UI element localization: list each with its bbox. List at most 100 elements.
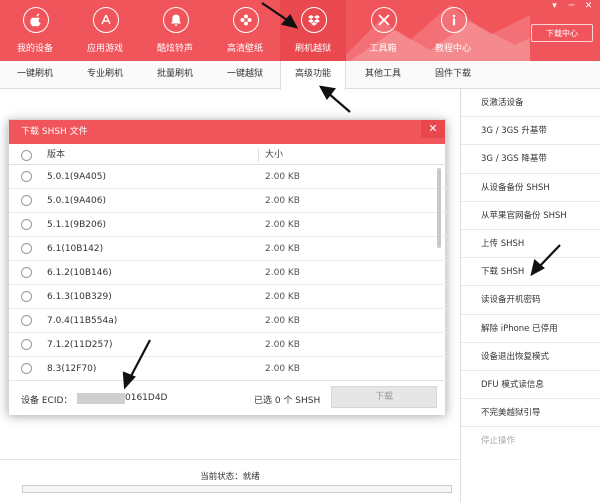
row-version: 6.1.2(10B146) — [47, 268, 112, 278]
ecid-value: 0161D4D — [125, 393, 168, 403]
advanced-functions-panel: 反激活设备 3G / 3GS 升基带 3G / 3GS 降基带 从设备备份 SH… — [460, 89, 600, 502]
list-item[interactable]: 7.0.4(11B554a) 2.00 KB — [9, 309, 447, 333]
progress-bar — [22, 485, 452, 493]
action-read-passcode[interactable]: 读设备开机密码 — [461, 286, 600, 315]
status-bar: 当前状态：就绪 — [0, 459, 460, 502]
row-radio[interactable] — [21, 363, 32, 374]
action-backup-shsh-apple[interactable]: 从苹果官网备份 SHSH — [461, 202, 600, 230]
dropbox-icon — [301, 7, 327, 33]
nav-label: 高清壁纸 — [226, 44, 263, 54]
tab-one-click-flash[interactable]: 一键刷机 — [2, 61, 68, 89]
row-version: 6.1.3(10B329) — [47, 292, 112, 302]
row-radio[interactable] — [21, 267, 32, 278]
nav-label: 应用游戏 — [86, 44, 123, 54]
row-version: 5.0.1(9A405) — [47, 172, 106, 182]
download-shsh-dialog: 下载 SHSH 文件 ✕ 版本 大小 5.0.1(9A405) 2.00 KB 5.… — [8, 119, 447, 415]
tab-pro-flash[interactable]: 专业刷机 — [72, 61, 138, 89]
select-all-radio[interactable] — [21, 150, 32, 161]
close-window-icon[interactable]: ✕ — [583, 1, 594, 11]
bell-icon — [163, 7, 189, 33]
minimize-icon[interactable]: ─ — [566, 1, 577, 11]
nav-label: 工具箱 — [369, 44, 397, 54]
nav-tutorials[interactable]: 教程中心 — [420, 0, 486, 61]
row-size: 2.00 KB — [265, 316, 300, 326]
action-stop[interactable]: 停止操作 — [461, 427, 600, 455]
tab-firmware-download[interactable]: 固件下载 — [420, 61, 486, 89]
download-center-button[interactable]: 下载中心 — [531, 24, 593, 42]
flower-icon — [233, 7, 259, 33]
action-deactivate-device[interactable]: 反激活设备 — [461, 89, 600, 118]
action-tethered-boot[interactable]: 不完美越狱引导 — [461, 399, 600, 428]
row-size: 2.00 KB — [265, 196, 300, 206]
nav-label: 酷炫铃声 — [156, 44, 193, 54]
row-version: 7.1.2(11D257) — [47, 340, 113, 350]
row-size: 2.00 KB — [265, 244, 300, 254]
nav-label: 教程中心 — [434, 44, 471, 54]
ecid-redaction — [77, 393, 125, 404]
shsh-version-list: 版本 大小 5.0.1(9A405) 2.00 KB 5.0.1(9A406) 2.0… — [9, 146, 447, 387]
list-item[interactable]: 6.1(10B142) 2.00 KB — [9, 237, 447, 261]
action-download-shsh[interactable]: 下载 SHSH — [461, 258, 600, 287]
status-text: 当前状态：就绪 — [200, 472, 260, 482]
list-item[interactable]: 5.0.1(9A405) 2.00 KB — [9, 165, 447, 189]
row-radio[interactable] — [21, 171, 32, 182]
row-radio[interactable] — [21, 219, 32, 230]
row-size: 2.00 KB — [265, 364, 300, 374]
scrollbar[interactable] — [437, 168, 441, 248]
list-item[interactable]: 5.0.1(9A406) 2.00 KB — [9, 189, 447, 213]
action-unlock-disabled[interactable]: 解除 iPhone 已停用 — [461, 315, 600, 343]
action-dfu-read-info[interactable]: DFU 模式读信息 — [461, 371, 600, 400]
row-radio[interactable] — [21, 195, 32, 206]
apple-icon — [23, 7, 49, 33]
top-nav-bar: 我的设备 应用游戏 酷炫铃声 高清壁纸 刷机越狱 工具箱 教程中心 ▾ ─ ✕ … — [0, 0, 600, 61]
row-size: 2.00 KB — [265, 292, 300, 302]
tab-other-tools[interactable]: 其他工具 — [350, 61, 416, 89]
row-version: 5.0.1(9A406) — [47, 196, 106, 206]
action-backup-shsh-device[interactable]: 从设备备份 SHSH — [461, 174, 600, 202]
list-item[interactable]: 5.1.1(9B206) 2.00 KB — [9, 213, 447, 237]
column-header-version[interactable]: 版本 — [47, 146, 65, 165]
list-item[interactable]: 7.1.2(11D257) 2.00 KB — [9, 333, 447, 357]
action-baseband-downgrade[interactable]: 3G / 3GS 降基带 — [461, 145, 600, 174]
row-radio[interactable] — [21, 315, 32, 326]
download-button[interactable]: 下载 — [331, 386, 437, 408]
row-radio[interactable] — [21, 339, 32, 350]
row-version: 8.3(12F70) — [47, 364, 97, 374]
column-divider — [258, 149, 259, 162]
list-item[interactable]: 6.1.2(10B146) 2.00 KB — [9, 261, 447, 285]
row-radio[interactable] — [21, 291, 32, 302]
selected-count: 已选 0 个 SHSH — [254, 396, 321, 406]
row-version: 7.0.4(11B554a) — [47, 316, 118, 326]
list-header: 版本 大小 — [9, 146, 447, 165]
appstore-icon — [93, 7, 119, 33]
info-icon — [441, 7, 467, 33]
tools-icon — [371, 7, 397, 33]
close-icon[interactable]: ✕ — [421, 120, 445, 138]
nav-flash-jailbreak[interactable]: 刷机越狱 — [280, 0, 346, 61]
list-item[interactable]: 8.3(12F70) 2.00 KB — [9, 357, 447, 381]
row-size: 2.00 KB — [265, 220, 300, 230]
menu-dropdown-icon[interactable]: ▾ — [549, 1, 560, 11]
action-exit-recovery[interactable]: 设备退出恢复模式 — [461, 343, 600, 371]
row-size: 2.00 KB — [265, 340, 300, 350]
sub-tab-bar: 一键刷机 专业刷机 批量刷机 一键越狱 高级功能 其他工具 固件下载 — [0, 61, 600, 90]
nav-label: 我的设备 — [16, 44, 53, 54]
row-radio[interactable] — [21, 243, 32, 254]
list-item[interactable]: 6.1.3(10B329) 2.00 KB — [9, 285, 447, 309]
tab-advanced[interactable]: 高级功能 — [280, 61, 346, 90]
dialog-title: 下载 SHSH 文件 — [9, 120, 445, 144]
column-header-size[interactable]: 大小 — [265, 146, 283, 165]
action-baseband-upgrade[interactable]: 3G / 3GS 升基带 — [461, 117, 600, 146]
row-size: 2.00 KB — [265, 172, 300, 182]
nav-label: 刷机越狱 — [294, 44, 331, 54]
nav-ringtones[interactable]: 酷炫铃声 — [142, 0, 208, 61]
tab-one-click-jailbreak[interactable]: 一键越狱 — [212, 61, 278, 89]
tab-batch-flash[interactable]: 批量刷机 — [142, 61, 208, 89]
nav-my-device[interactable]: 我的设备 — [2, 0, 68, 61]
row-version: 6.1(10B142) — [47, 244, 104, 254]
nav-wallpapers[interactable]: 高清壁纸 — [212, 0, 278, 61]
nav-apps-games[interactable]: 应用游戏 — [72, 0, 138, 61]
nav-toolbox[interactable]: 工具箱 — [350, 0, 416, 61]
window-controls: ▾ ─ ✕ — [549, 1, 594, 11]
action-upload-shsh[interactable]: 上传 SHSH — [461, 230, 600, 259]
